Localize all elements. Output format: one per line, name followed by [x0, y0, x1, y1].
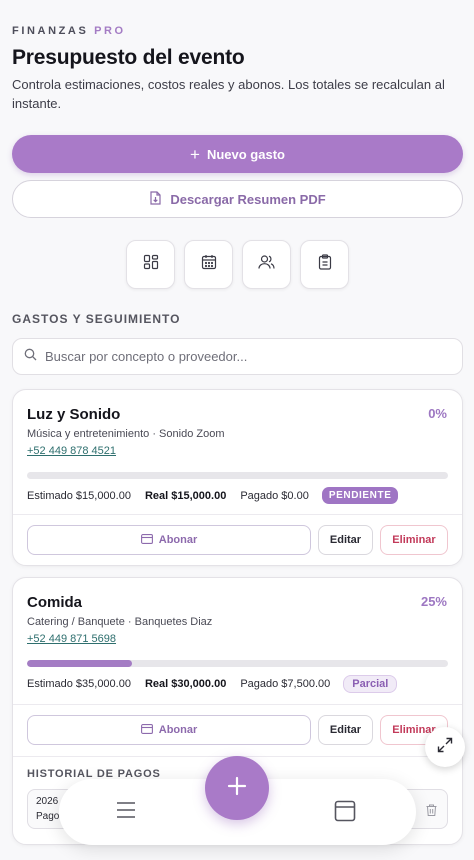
calendar-view-button[interactable] [184, 240, 233, 289]
payment-method: Pago [36, 811, 60, 822]
view-toolbar [126, 240, 349, 289]
status-badge: Parcial [343, 675, 398, 693]
payment-date: 2026 [36, 796, 59, 807]
pay-button[interactable]: Abonar [27, 715, 311, 745]
search-input[interactable] [45, 349, 445, 364]
estimated-amount: Estimado $15,000.00 [27, 489, 131, 502]
expand-icon [437, 737, 453, 758]
download-pdf-button[interactable]: Descargar Resumen PDF [12, 180, 463, 218]
expense-concept: Comida [27, 594, 83, 611]
pay-button[interactable]: Abonar [27, 525, 311, 555]
provider-phone-link[interactable]: +52 449 871 5698 [27, 633, 116, 645]
card-divider [13, 704, 462, 705]
estimated-amount: Estimado $35,000.00 [27, 678, 131, 690]
card-actions: Abonar Editar Eliminar [27, 715, 448, 745]
provider-phone-link[interactable]: +52 449 878 4521 [27, 445, 116, 457]
menu-icon[interactable] [116, 801, 136, 824]
pay-label: Abonar [158, 534, 198, 546]
users-icon [258, 254, 275, 275]
file-download-icon [149, 190, 162, 208]
brand-label: FINANZAS PRO [12, 25, 126, 37]
expense-concept: Luz y Sonido [27, 406, 121, 423]
clipboard-view-button[interactable] [300, 240, 349, 289]
search-box [12, 338, 463, 375]
page-title: Presupuesto del evento [12, 46, 245, 69]
expenses-section-label: GASTOS Y SEGUIMIENTO [12, 312, 181, 326]
expense-category-provider: Catering / Banquete · Banquetes Diaz [27, 616, 213, 628]
delete-button[interactable]: Eliminar [380, 525, 448, 555]
users-view-button[interactable] [242, 240, 291, 289]
dashboard-view-button[interactable] [126, 240, 175, 289]
calendar-icon [201, 254, 217, 275]
expense-percent: 25% [420, 594, 447, 609]
window-icon[interactable] [334, 800, 356, 827]
real-amount: Real $15,000.00 [144, 489, 227, 502]
expense-category-provider: Música y entretenimiento · Sonido Zoom [27, 428, 225, 440]
edit-button[interactable]: Editar [318, 715, 373, 745]
payment-progress-bar [27, 660, 448, 667]
expense-card: Luz y Sonido 0% Música y entretenimiento… [12, 389, 463, 566]
new-expense-label: Nuevo gasto [206, 146, 285, 162]
payment-progress-fill [27, 660, 133, 667]
pay-label: Abonar [158, 724, 198, 736]
expense-amounts: Estimado $15,000.00 Real $15,000.00 Paga… [27, 487, 399, 504]
clipboard-icon [318, 254, 332, 275]
brand-accent: PRO [94, 25, 126, 37]
expense-percent: 0% [428, 406, 447, 421]
expand-button[interactable] [425, 727, 465, 767]
dashboard-icon [143, 254, 159, 275]
card-divider [13, 514, 462, 515]
real-amount: Real $30,000.00 [144, 678, 227, 690]
plus-icon: + [190, 144, 200, 164]
credit-card-icon [140, 533, 153, 547]
add-fab-button[interactable] [205, 756, 269, 820]
new-expense-button[interactable]: + Nuevo gasto [12, 135, 463, 173]
expense-amounts: Estimado $35,000.00 Real $30,000.00 Paga… [27, 675, 398, 693]
page-subtitle: Controla estimaciones, costos reales y a… [12, 77, 445, 111]
card-actions: Abonar Editar Eliminar [27, 525, 448, 555]
status-badge: PENDIENTE [321, 487, 399, 504]
plus-icon [227, 776, 247, 801]
search-icon [24, 348, 37, 366]
edit-button[interactable]: Editar [318, 525, 373, 555]
paid-amount: Pagado $7,500.00 [240, 678, 331, 690]
payment-progress-bar [27, 472, 448, 479]
credit-card-icon [140, 723, 153, 737]
app-screen: FINANZAS PRO Presupuesto del evento Cont… [0, 0, 474, 860]
brand-main: FINANZAS [12, 25, 89, 37]
download-pdf-label: Descargar Resumen PDF [170, 191, 326, 207]
paid-amount: Pagado $0.00 [240, 489, 309, 502]
trash-icon[interactable] [426, 803, 437, 821]
